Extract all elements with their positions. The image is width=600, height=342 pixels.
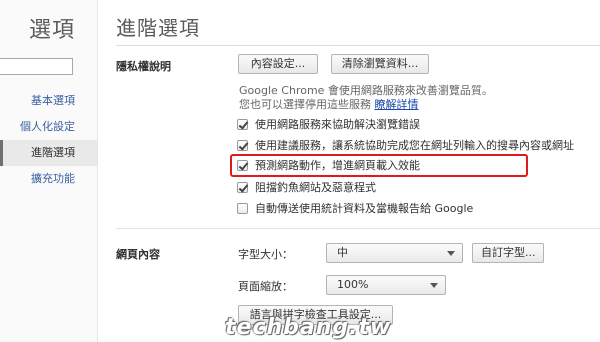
page-zoom-select[interactable]: 100% <box>326 275 446 295</box>
option-suggestions[interactable]: 使用建議服務，讓系統協助完成您在網址列輸入的搜尋內容或網址 <box>237 138 574 152</box>
section-divider <box>116 228 600 229</box>
privacy-description-line2: 您也可以選擇停用這些服務 瞭解詳情 <box>239 96 419 112</box>
search-input[interactable] <box>0 58 73 75</box>
checkbox-usage-stats[interactable] <box>237 202 248 214</box>
option-label: 使用網路服務來協助解決瀏覽錯誤 <box>255 118 420 131</box>
clear-browsing-data-button[interactable]: 清除瀏覽資料... <box>331 54 429 74</box>
page-title: 進階選項 <box>116 16 200 40</box>
chevron-down-icon <box>430 283 438 288</box>
option-usage-stats[interactable]: 自動傳送使用統計資料及當機報告給 Google <box>237 201 473 215</box>
checkbox-suggestions[interactable] <box>237 139 248 151</box>
sidebar-item-extensions[interactable]: 擴充功能 <box>0 166 97 192</box>
font-size-label: 字型大小： <box>238 248 293 261</box>
option-label: 自動傳送使用統計資料及當機報告給 Google <box>255 202 474 215</box>
font-size-select[interactable]: 中 <box>326 243 463 263</box>
sidebar-title: 選項 <box>28 18 75 43</box>
option-label: 使用建議服務，讓系統協助完成您在網址列輸入的搜尋內容或網址 <box>255 139 574 152</box>
highlight-annotation <box>230 154 528 177</box>
customize-fonts-button[interactable]: 自訂字型... <box>472 243 544 263</box>
learn-more-link[interactable]: 瞭解詳情 <box>375 98 419 111</box>
sidebar-item-personal[interactable]: 個人化設定 <box>0 114 97 140</box>
checkbox-phishing-protection[interactable] <box>237 181 248 193</box>
font-size-value: 中 <box>337 246 348 259</box>
web-content-section-title: 網頁內容 <box>116 248 160 261</box>
option-label: 阻擋釣魚網站及惡意程式 <box>255 181 376 194</box>
main-content: 進階選項 隱私權說明 內容設定... 清除瀏覽資料... Google Chro… <box>98 0 600 342</box>
sidebar-nav: 基本選項 個人化設定 進階選項 擴充功能 <box>0 88 97 192</box>
sidebar-item-advanced[interactable]: 進階選項 <box>0 140 97 166</box>
content-settings-button[interactable]: 內容設定... <box>238 54 318 74</box>
privacy-disable-text: 您也可以選擇停用這些服務 <box>239 98 371 111</box>
title-divider <box>116 45 600 46</box>
option-navigation-errors[interactable]: 使用網路服務來協助解決瀏覽錯誤 <box>237 117 420 131</box>
sidebar-item-basics[interactable]: 基本選項 <box>0 88 97 114</box>
page-zoom-value: 100% <box>337 278 369 291</box>
chevron-down-icon <box>447 251 455 256</box>
page-zoom-label: 頁面縮放： <box>238 280 293 293</box>
option-phishing-protection[interactable]: 阻擋釣魚網站及惡意程式 <box>237 180 376 194</box>
privacy-section-title: 隱私權說明 <box>116 60 171 73</box>
sidebar: 選項 基本選項 個人化設定 進階選項 擴充功能 <box>0 0 98 342</box>
checkbox-navigation-errors[interactable] <box>237 118 248 130</box>
watermark-text: techbang.tw <box>225 315 392 340</box>
